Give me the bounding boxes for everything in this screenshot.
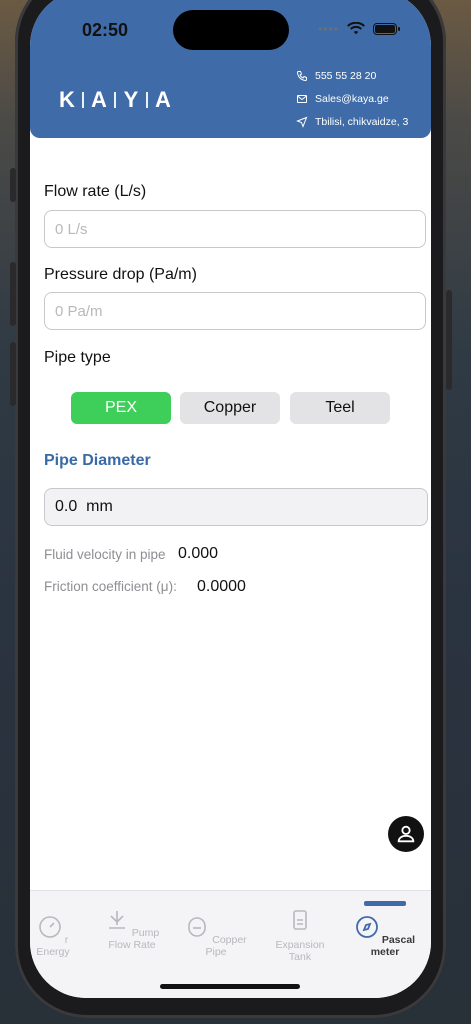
pipe-type-teel-button[interactable]: Teel xyxy=(290,392,390,424)
contact-email[interactable]: Sales@kaya.ge xyxy=(296,93,389,105)
friction-label: Friction coefficient (μ): xyxy=(44,579,177,594)
kaya-logo: K A Y A xyxy=(57,87,173,113)
tank-icon xyxy=(293,910,307,930)
pressure-drop-placeholder: 0 Pa/m xyxy=(55,302,103,320)
tab-copper-pipe[interactable]: Copper Pipe xyxy=(183,915,249,958)
friction-value: 0.0000 xyxy=(197,578,246,595)
pipe-icon xyxy=(188,917,207,937)
tab-expansion-tank[interactable]: Expansion Tank xyxy=(270,908,330,963)
user-icon xyxy=(397,825,415,843)
pipe-diameter-title: Pipe Diameter xyxy=(44,452,151,469)
pipe-diameter-field: 0.0 mm xyxy=(44,488,428,526)
velocity-label: Fluid velocity in pipe xyxy=(44,547,166,562)
pipe-type-pex-button[interactable]: PEX xyxy=(71,392,171,424)
pipe-type-label: Pipe type xyxy=(44,349,111,366)
pipe-type-copper-button[interactable]: Copper xyxy=(180,392,280,424)
logo-divider xyxy=(82,92,84,108)
logo-letter: Y xyxy=(123,87,139,112)
contact-phone[interactable]: 555 55 28 20 xyxy=(296,70,376,82)
tab-label: Expansion Tank xyxy=(275,939,325,963)
pressure-drop-input[interactable]: 0 Pa/m xyxy=(44,292,426,330)
velocity-value: 0.000 xyxy=(178,545,219,562)
phone-side-button xyxy=(10,168,16,202)
location-arrow-icon xyxy=(296,116,308,128)
logo-letter: K xyxy=(59,87,75,112)
tab-pump-flow-rate[interactable]: Pump Flow Rate xyxy=(102,908,162,951)
active-tab-indicator xyxy=(364,901,406,906)
phone-number: 555 55 28 20 xyxy=(315,70,377,82)
battery-icon xyxy=(373,23,400,35)
home-indicator xyxy=(160,984,300,989)
logo-letter: A xyxy=(155,87,171,112)
status-icons: •••• xyxy=(318,22,400,36)
phone-side-button xyxy=(10,342,16,406)
profile-fab-button[interactable] xyxy=(388,816,424,852)
tab-pascal-meter[interactable]: Pascal meter xyxy=(348,915,422,958)
pipe-diameter-value: 0.0 mm xyxy=(55,498,113,515)
address-text: Tbilisi, chikvaidze, 3 xyxy=(315,116,409,128)
pump-icon xyxy=(108,911,125,929)
signal-dots-icon: •••• xyxy=(318,22,339,36)
contact-address[interactable]: Tbilisi, chikvaidze, 3 xyxy=(296,116,408,128)
logo-divider xyxy=(114,92,116,108)
pressure-drop-label: Pressure drop (Pa/m) xyxy=(44,266,197,283)
app-screen: K A Y A 555 55 28 20 Sales@kaya.ge Tbili… xyxy=(30,0,431,998)
gauge-icon xyxy=(38,916,61,938)
compass-icon xyxy=(355,916,378,938)
status-time: 02:50 xyxy=(82,20,129,40)
phone-side-button xyxy=(446,290,452,390)
dynamic-island xyxy=(173,10,289,50)
email-address: Sales@kaya.ge xyxy=(315,93,389,105)
phone-side-button xyxy=(10,262,16,326)
phone-icon xyxy=(296,71,307,82)
flow-rate-label: Flow rate (L/s) xyxy=(44,183,147,200)
flow-rate-input[interactable]: 0 L/s xyxy=(44,210,426,248)
logo-letter: A xyxy=(91,87,107,112)
tab-label: Copper Pipe xyxy=(205,934,247,958)
tab-energy[interactable]: r Energy xyxy=(30,915,78,958)
mail-icon xyxy=(297,95,307,103)
flow-rate-placeholder: 0 L/s xyxy=(55,220,88,238)
logo-divider xyxy=(146,92,148,108)
wifi-icon xyxy=(347,22,365,35)
